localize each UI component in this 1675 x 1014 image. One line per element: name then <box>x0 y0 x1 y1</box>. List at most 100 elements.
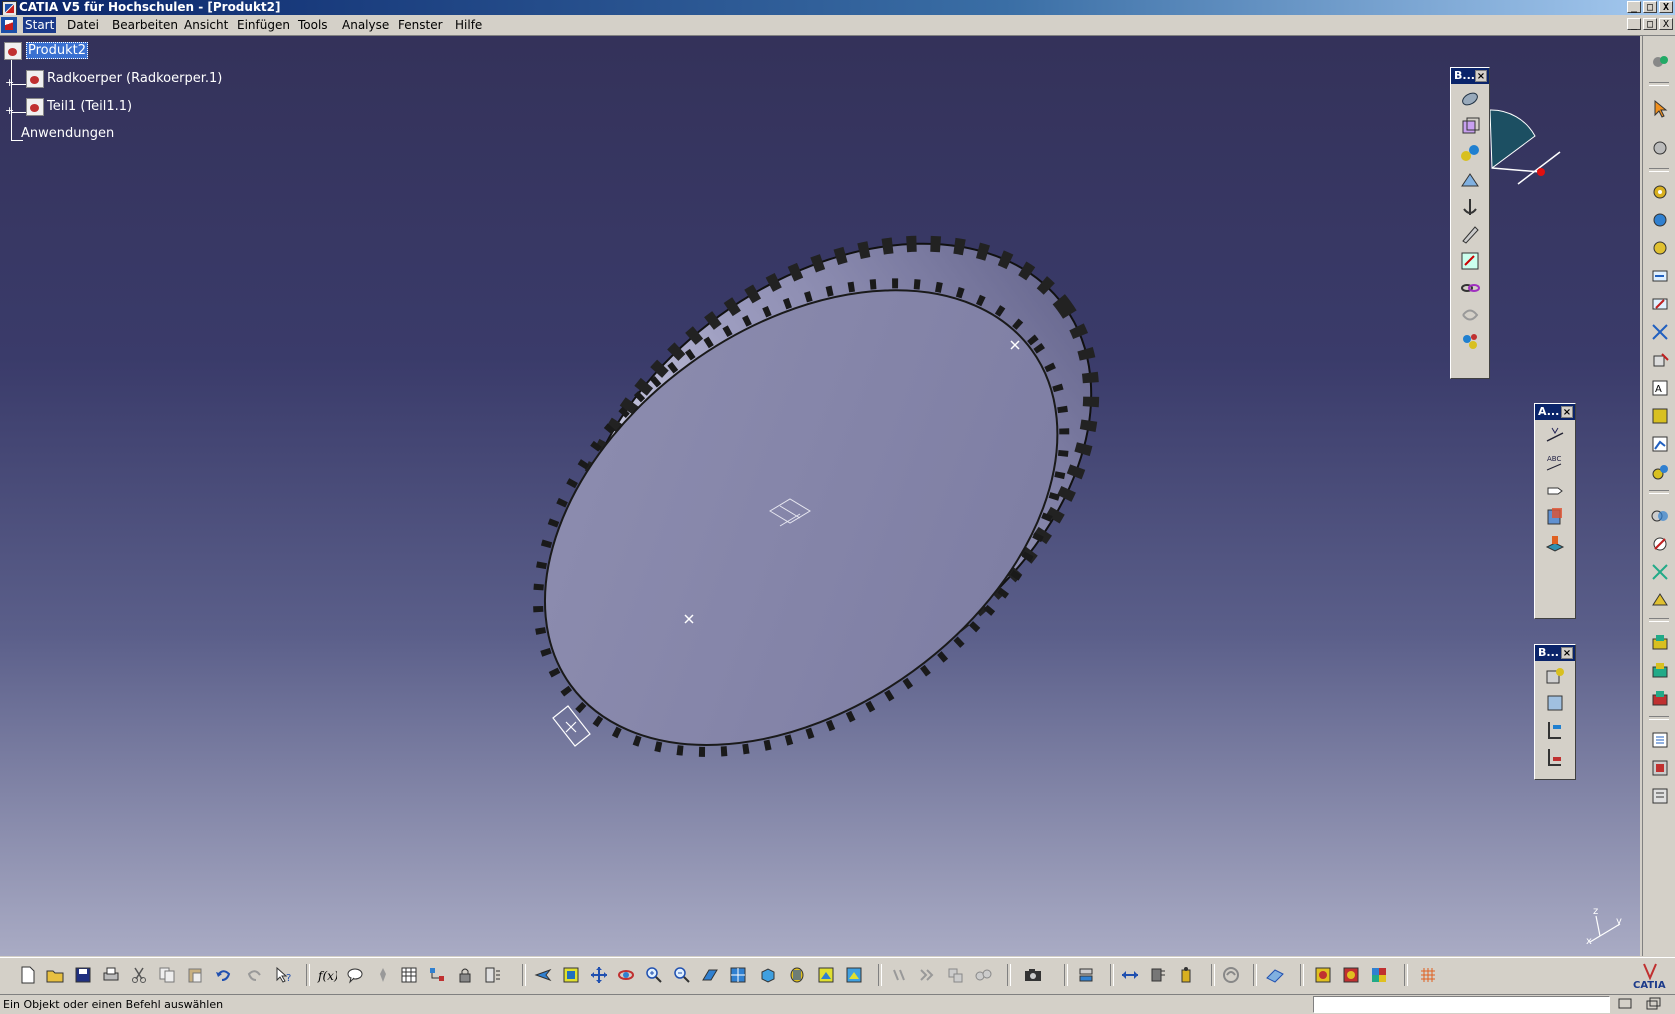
bill-of-material-icon[interactable] <box>1648 728 1672 752</box>
zoom-in-icon[interactable] <box>643 964 665 986</box>
copy-icon[interactable] <box>156 964 178 986</box>
doc-close-button[interactable]: X <box>1659 18 1673 30</box>
flex-icon[interactable] <box>888 964 910 986</box>
constraint-icon[interactable] <box>1458 87 1482 111</box>
fly-mode-icon[interactable] <box>532 964 554 986</box>
panel-header[interactable]: B... × <box>1451 68 1489 84</box>
material-icon[interactable] <box>1340 964 1362 986</box>
panel-close-button[interactable]: × <box>1561 406 1573 418</box>
measure-between-icon[interactable] <box>1119 964 1141 986</box>
catalog-icon[interactable] <box>1648 404 1672 428</box>
document-icon[interactable] <box>1 17 17 33</box>
text-frame-icon[interactable]: A <box>1648 376 1672 400</box>
sequence-icon[interactable] <box>916 964 938 986</box>
assembly-icon[interactable] <box>1458 141 1482 165</box>
maximize-button[interactable]: □ <box>1643 1 1657 13</box>
scene-apply-icon[interactable] <box>1648 686 1672 710</box>
existing-component-icon[interactable] <box>1543 718 1567 742</box>
structure-icon[interactable] <box>426 964 448 986</box>
replace-component-icon[interactable] <box>1543 745 1567 769</box>
panel-header[interactable]: A... × <box>1535 404 1575 420</box>
analyze-icon[interactable] <box>1648 432 1672 456</box>
menu-ansicht[interactable]: Ansicht <box>184 17 228 33</box>
doc-minimize-button[interactable]: _ <box>1627 18 1641 30</box>
menu-analyse[interactable]: Analyse <box>342 17 389 33</box>
rotate-icon[interactable] <box>615 964 637 986</box>
anchor-icon[interactable] <box>1458 195 1482 219</box>
gear-model[interactable]: z y x <box>0 36 1640 956</box>
simulation-icon[interactable] <box>972 964 994 986</box>
zoom-out-icon[interactable] <box>671 964 693 986</box>
scene-edit-icon[interactable] <box>1648 658 1672 682</box>
menu-bearbeiten[interactable]: Bearbeiten <box>112 17 178 33</box>
snap-icon[interactable] <box>1458 249 1482 273</box>
explode-icon[interactable] <box>1648 320 1672 344</box>
grid-icon[interactable] <box>1417 964 1439 986</box>
contact-icon[interactable] <box>1458 168 1482 192</box>
save-icon[interactable] <box>72 964 94 986</box>
distance-icon[interactable] <box>1648 532 1672 556</box>
track-icon[interactable] <box>944 964 966 986</box>
product-sphere-icon[interactable] <box>1312 964 1334 986</box>
floating-toolbar-b2[interactable]: B... × <box>1534 644 1576 780</box>
status-window-icon[interactable] <box>1617 997 1635 1011</box>
gear-blue-icon[interactable] <box>1648 208 1672 232</box>
undo-icon[interactable] <box>212 964 234 986</box>
flag-note-icon[interactable] <box>1543 477 1567 501</box>
component-table-icon[interactable] <box>1648 756 1672 780</box>
scene-icon[interactable] <box>1648 630 1672 654</box>
select-arrow-icon[interactable] <box>1648 96 1672 120</box>
publication-icon[interactable] <box>1648 784 1672 808</box>
section-icon[interactable] <box>1648 560 1672 584</box>
exploded-view-icon[interactable] <box>1075 964 1097 986</box>
camera-icon[interactable] <box>1022 964 1044 986</box>
arrow-out-icon[interactable] <box>1648 292 1672 316</box>
status-restore-icon[interactable] <box>1645 997 1663 1011</box>
normal-view-icon[interactable] <box>699 964 721 986</box>
command-input[interactable] <box>1313 996 1610 1013</box>
redo-icon[interactable] <box>244 964 266 986</box>
pencil-icon[interactable] <box>1458 222 1482 246</box>
multi-constraint-icon[interactable] <box>1458 330 1482 354</box>
cube-icon[interactable] <box>1458 114 1482 138</box>
hide-show-icon[interactable] <box>815 964 837 986</box>
new-component-icon[interactable] <box>1543 664 1567 688</box>
menu-datei[interactable]: Datei <box>67 17 99 33</box>
formula-icon[interactable]: f(x) <box>316 964 338 986</box>
menu-fenster[interactable]: Fenster <box>398 17 443 33</box>
flexible-icon[interactable] <box>1458 303 1482 327</box>
menu-start[interactable]: Start <box>23 17 57 33</box>
dimension-icon[interactable] <box>1543 423 1567 447</box>
view-icon[interactable] <box>1543 504 1567 528</box>
cut-icon[interactable] <box>128 964 150 986</box>
arrow-in-icon[interactable] <box>1648 264 1672 288</box>
fit-all-icon[interactable] <box>560 964 582 986</box>
menu-hilfe[interactable]: Hilfe <box>455 17 482 33</box>
move-icon[interactable] <box>1648 136 1672 160</box>
menu-einfuegen[interactable]: Einfügen <box>237 17 290 33</box>
shading-icon[interactable] <box>786 964 808 986</box>
measure-item-icon[interactable] <box>1147 964 1169 986</box>
print-icon[interactable] <box>100 964 122 986</box>
panel-header[interactable]: B... × <box>1535 645 1575 661</box>
compass-icon[interactable] <box>1489 109 1561 185</box>
gear-analysis-icon[interactable] <box>1648 460 1672 484</box>
pan-icon[interactable] <box>588 964 610 986</box>
catia-app-icon[interactable] <box>2 1 17 16</box>
catalog-browser-icon[interactable] <box>482 964 504 986</box>
iso-view-icon[interactable] <box>757 964 779 986</box>
paste-icon[interactable] <box>184 964 206 986</box>
panel-close-button[interactable]: × <box>1561 647 1573 659</box>
table-icon[interactable] <box>398 964 420 986</box>
lock-icon[interactable] <box>454 964 476 986</box>
floating-toolbar-a[interactable]: A... × ABC <box>1534 403 1576 619</box>
new-product-icon[interactable] <box>1543 691 1567 715</box>
gear-icon[interactable] <box>1648 180 1672 204</box>
doc-restore-button[interactable]: □ <box>1643 18 1657 30</box>
panel-close-button[interactable]: × <box>1475 70 1487 82</box>
comment-icon[interactable] <box>344 964 366 986</box>
measure-icon[interactable] <box>1648 588 1672 612</box>
floating-toolbar-b1[interactable]: B... × <box>1450 67 1490 379</box>
catia-sync-icon[interactable] <box>1220 964 1242 986</box>
minimize-button[interactable]: _ <box>1627 1 1641 13</box>
